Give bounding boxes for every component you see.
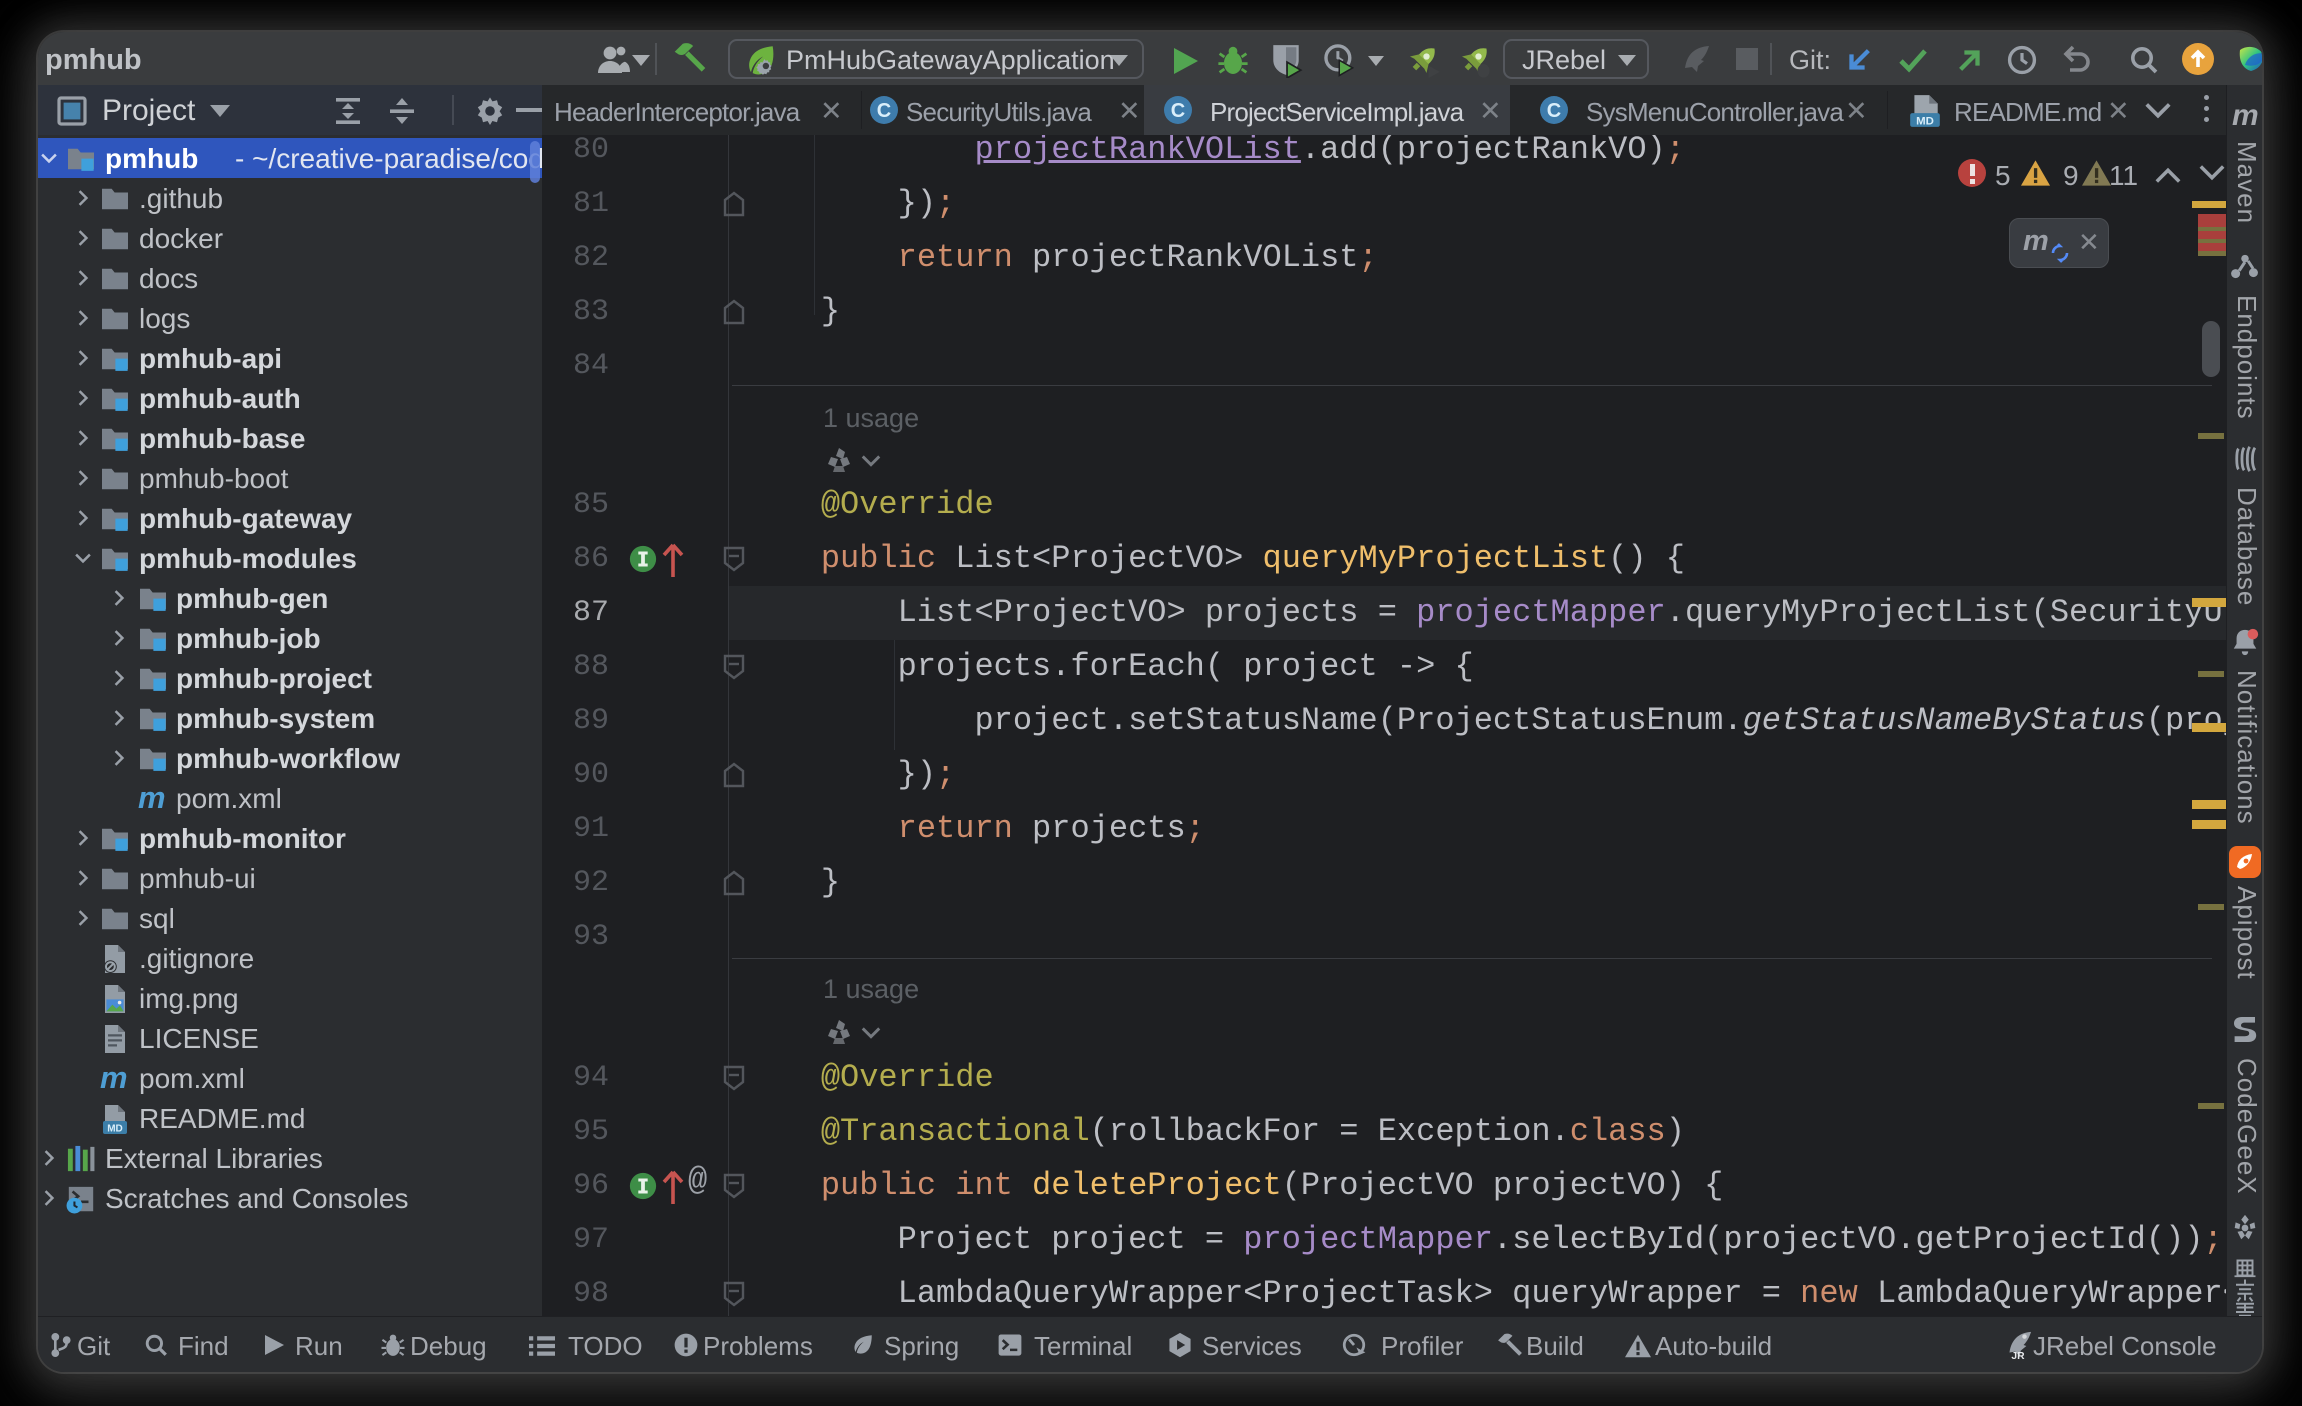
svg-text:JR: JR	[2011, 1351, 2025, 1360]
svg-text:MD: MD	[107, 1123, 123, 1134]
svg-text:MD: MD	[1916, 115, 1934, 127]
svg-text:C: C	[1547, 100, 1561, 122]
svg-text:C: C	[877, 100, 891, 122]
svg-text:C: C	[1171, 100, 1185, 122]
